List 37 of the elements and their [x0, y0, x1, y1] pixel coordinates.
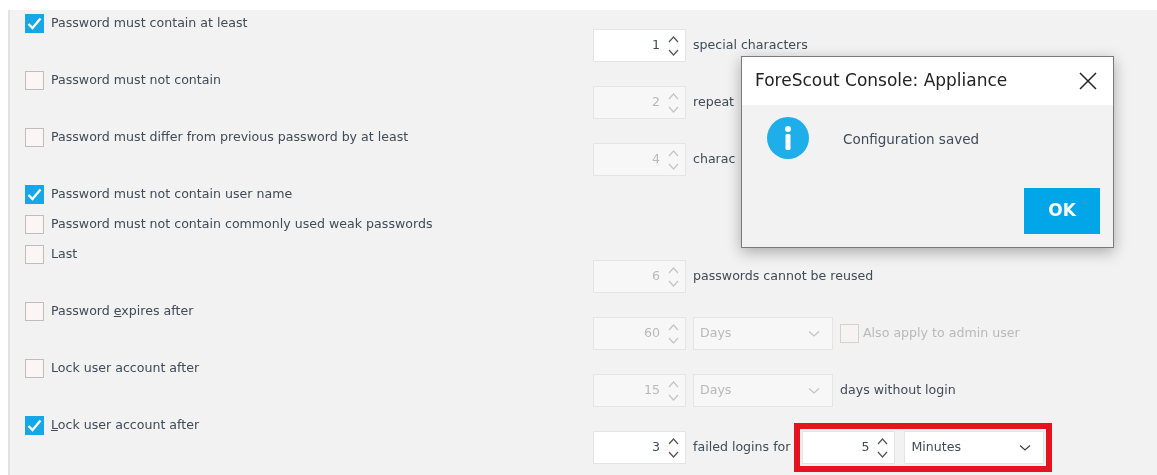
- checkbox[interactable]: [25, 185, 44, 204]
- checkbox-label: Last: [51, 245, 78, 263]
- dialog-message: Configuration saved: [843, 130, 979, 149]
- dialog-title: ForeScout Console: Appliance: [755, 69, 1008, 93]
- option-text: days without login: [840, 381, 956, 400]
- checkbox[interactable]: [25, 416, 44, 435]
- checkbox[interactable]: [25, 245, 44, 264]
- option-text: passwords cannot be reused: [693, 267, 874, 286]
- option-text: special characters: [693, 36, 808, 55]
- checkbox-label: Lock user account after: [51, 416, 200, 434]
- checkbox-label: Password must differ from previous password by at least: [51, 128, 409, 146]
- checkbox-label: Lock user account after: [51, 359, 200, 377]
- option-text: repeat: [693, 93, 735, 112]
- checkbox[interactable]: [25, 215, 44, 234]
- checkbox-label: Password must not contain: [51, 71, 221, 89]
- spin-arrows-icon[interactable]: [668, 436, 679, 459]
- checkbox-label: Password must contain at least: [51, 14, 248, 32]
- dropdown[interactable]: Minutes: [904, 431, 1045, 464]
- spin-arrows-icon[interactable]: [668, 34, 679, 57]
- option-text: failed logins for: [693, 438, 791, 457]
- checkbox-label: Also apply to admin user: [863, 324, 1020, 343]
- number-spinner[interactable]: 3: [593, 431, 686, 464]
- info-icon: [767, 117, 809, 159]
- checkbox[interactable]: [25, 14, 44, 33]
- ok-button[interactable]: OK: [1024, 188, 1100, 234]
- option-text: charac: [693, 150, 736, 169]
- spin-arrows-icon[interactable]: [877, 436, 889, 459]
- checkbox-label: Password must not contain commonly used weak passwords: [51, 215, 433, 233]
- checkbox[interactable]: [25, 359, 44, 378]
- checkbox-label: Password expires after: [51, 302, 194, 320]
- checkbox[interactable]: [25, 302, 44, 321]
- checkbox[interactable]: [25, 128, 44, 147]
- number-spinner[interactable]: 1: [593, 29, 686, 62]
- number-spinner[interactable]: 5: [802, 431, 896, 464]
- checkbox[interactable]: [25, 71, 44, 90]
- checkbox-label: Password must not contain user name: [51, 185, 293, 203]
- chevron-down-icon[interactable]: [1019, 443, 1032, 452]
